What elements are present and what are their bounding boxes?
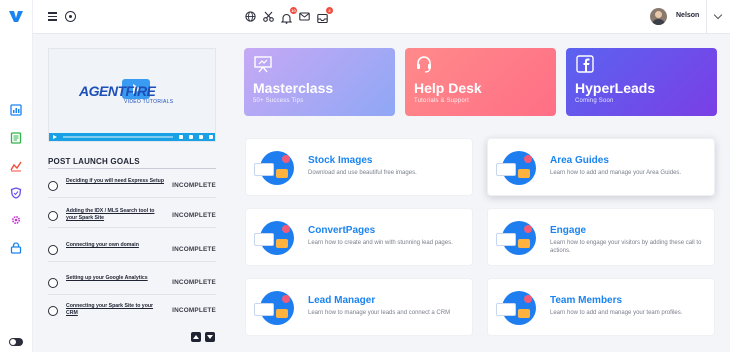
settings-gear-icon[interactable]: [10, 214, 22, 226]
goal-checkbox[interactable]: [48, 306, 58, 316]
card-title: Stock Images: [308, 155, 373, 166]
team-members-illustration: [496, 291, 536, 325]
goal-item: Setting up your Google Analytics INCOMPL…: [48, 271, 216, 295]
convertpages-illustration: [254, 221, 294, 255]
scissors-icon[interactable]: [263, 11, 274, 22]
control-play-icon[interactable]: [53, 135, 57, 139]
mail-icon[interactable]: [299, 11, 310, 22]
volume-icon[interactable]: [179, 135, 183, 139]
lead-manager-illustration: [254, 291, 294, 325]
goal-status: INCOMPLETE: [172, 182, 216, 189]
convertpages-card[interactable]: ConvertPages Learn how to create and win…: [245, 208, 473, 266]
area-guides-card[interactable]: Area Guides Learn how to add and manage …: [487, 138, 715, 196]
app-logo-icon[interactable]: [9, 9, 23, 23]
goal-link[interactable]: Connecting your Spark Site to your CRM: [66, 303, 166, 317]
integrations-icon[interactable]: [10, 242, 22, 254]
security-shield-icon[interactable]: [10, 187, 22, 199]
facebook-icon: [576, 55, 594, 73]
main-content: Masterclass 50+ Success Tips Help Desk T…: [230, 34, 730, 352]
goals-title: POST LAUNCH GOALS: [48, 157, 140, 166]
hero-title: Masterclass: [253, 80, 334, 96]
settings-icon[interactable]: [65, 11, 76, 22]
card-title: Area Guides: [550, 155, 609, 166]
inbox-badge: 2: [326, 7, 333, 14]
goal-link[interactable]: Adding the IDX / MLS Search tool to your…: [66, 208, 166, 222]
analytics-icon[interactable]: [10, 160, 22, 172]
chevron-down-icon[interactable]: [713, 10, 723, 20]
engage-illustration: [496, 221, 536, 255]
hero-title: Help Desk: [414, 80, 482, 96]
masterclass-card[interactable]: Masterclass 50+ Success Tips: [244, 48, 395, 116]
help-desk-card[interactable]: Help Desk Tutorials & Support: [405, 48, 556, 116]
panel-header: [33, 0, 230, 34]
video-controls: [49, 133, 215, 141]
scroll-up-button[interactable]: [191, 332, 201, 342]
team-members-card[interactable]: Team Members Learn how to add and manage…: [487, 278, 715, 336]
hyperleads-card[interactable]: HyperLeads Coming Soon: [566, 48, 717, 116]
goal-item: Connecting your Spark Site to your CRM I…: [48, 299, 216, 323]
inbox-icon: [317, 13, 328, 24]
video-brand-logo: AGENTFIRE: [79, 83, 156, 99]
card-description: Learn how to manage your leads and conne…: [308, 310, 451, 316]
bell-icon: [280, 13, 293, 24]
engage-card[interactable]: Engage Learn how to engage your visitors…: [487, 208, 715, 266]
video-settings-icon[interactable]: [199, 135, 203, 139]
card-description: Learn how to engage your visitors by add…: [550, 240, 702, 254]
tutorial-video-player[interactable]: AGENTFIRE VIDEO TUTORIALS: [48, 48, 216, 142]
menu-icon[interactable]: [48, 12, 57, 21]
goal-status: INCOMPLETE: [172, 307, 216, 314]
goal-item: Connecting your own domain INCOMPLETE: [48, 238, 216, 262]
video-subtitle: VIDEO TUTORIALS: [124, 99, 174, 105]
goal-status: INCOMPLETE: [172, 212, 216, 219]
goal-status: INCOMPLETE: [172, 279, 216, 286]
goal-checkbox[interactable]: [48, 278, 58, 288]
globe-icon[interactable]: [245, 11, 256, 22]
card-title: ConvertPages: [308, 225, 376, 236]
theme-toggle[interactable]: [9, 338, 23, 346]
stock-images-card[interactable]: Stock Images Download and use beautiful …: [245, 138, 473, 196]
goal-checkbox[interactable]: [48, 245, 58, 255]
presentation-icon: [254, 56, 272, 73]
user-name[interactable]: Nelson: [676, 12, 699, 19]
card-description: Learn how to add and manage your team pr…: [550, 310, 683, 316]
top-bar: 10 2 Nelson: [230, 0, 730, 34]
notifications-badge: 10: [290, 7, 297, 14]
area-guides-illustration: [496, 151, 536, 185]
onboarding-panel: AGENTFIRE VIDEO TUTORIALS POST LAUNCH GO…: [33, 0, 230, 352]
goal-checkbox[interactable]: [48, 181, 58, 191]
video-progress-bar[interactable]: [63, 136, 173, 138]
stock-images-illustration: [254, 151, 294, 185]
inbox-button[interactable]: 2: [317, 7, 333, 24]
card-description: Learn how to add and manage your Area Gu…: [550, 170, 682, 176]
dashboard-icon[interactable]: [10, 104, 22, 116]
hero-subtitle: 50+ Success Tips: [253, 98, 304, 104]
fullscreen-icon[interactable]: [209, 135, 213, 139]
goal-item: Deciding if you will need Express Setup …: [48, 174, 216, 198]
headset-icon: [417, 56, 431, 73]
lead-manager-card[interactable]: Lead Manager Learn how to manage your le…: [245, 278, 473, 336]
pages-icon[interactable]: [10, 132, 22, 144]
goal-checkbox[interactable]: [48, 211, 58, 221]
card-description: Download and use beautiful free images.: [308, 170, 417, 176]
goals-divider: [48, 168, 216, 169]
notifications-button[interactable]: 10: [280, 7, 297, 24]
scroll-down-button[interactable]: [205, 332, 215, 342]
hero-title: HyperLeads: [575, 80, 656, 96]
goal-link[interactable]: Connecting your own domain: [66, 242, 166, 249]
goal-status: INCOMPLETE: [172, 246, 216, 253]
hero-subtitle: Coming Soon: [575, 98, 614, 104]
avatar[interactable]: [650, 8, 667, 25]
captions-icon[interactable]: [189, 135, 193, 139]
goal-link[interactable]: Deciding if you will need Express Setup: [66, 178, 166, 185]
left-rail: [0, 0, 33, 352]
goal-item: Adding the IDX / MLS Search tool to your…: [48, 204, 216, 228]
card-description: Learn how to create and win with stunnin…: [308, 240, 453, 246]
card-title: Lead Manager: [308, 295, 376, 306]
hero-subtitle: Tutorials & Support: [414, 98, 469, 104]
card-title: Team Members: [550, 295, 623, 306]
card-title: Engage: [550, 225, 587, 236]
goal-link[interactable]: Setting up your Google Analytics: [66, 275, 166, 282]
